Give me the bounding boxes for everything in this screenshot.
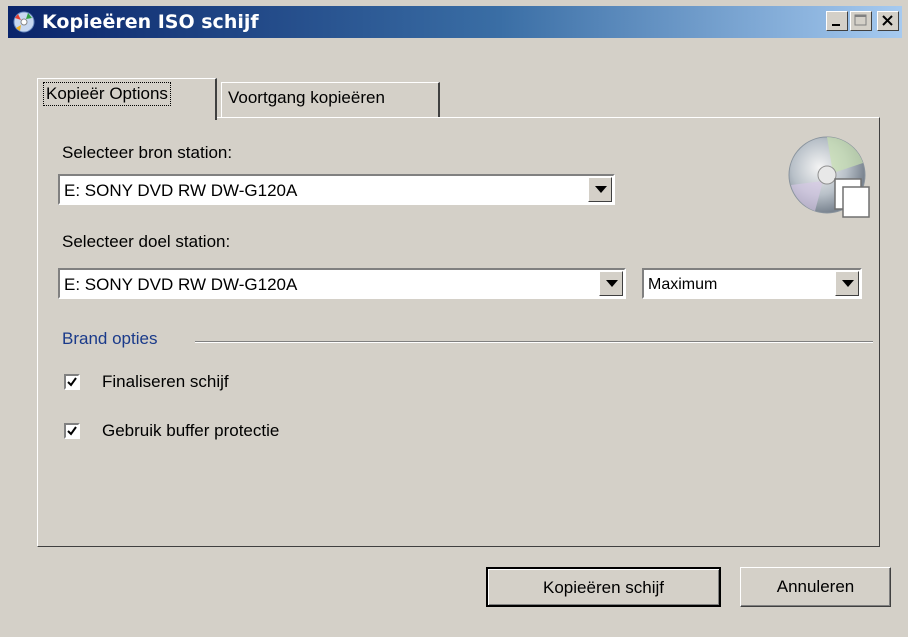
minimize-icon (832, 24, 840, 26)
tab-copy-options-label: Kopieër Options (43, 82, 171, 106)
maximize-button[interactable] (850, 11, 872, 31)
close-button[interactable] (877, 11, 899, 31)
tab-copy-progress-label: Voortgang kopieëren (228, 88, 385, 107)
minimize-button[interactable] (826, 11, 848, 31)
maximize-icon (854, 14, 867, 26)
cd-copy-app-icon (13, 11, 35, 33)
tab-copy-progress[interactable]: Voortgang kopieëren (221, 82, 440, 118)
tab-panel (37, 117, 880, 547)
window-title: Kopieëren ISO schijf (42, 11, 259, 33)
copy-iso-dialog: Kopieëren ISO schijf Kopieër Options Voo… (0, 0, 908, 637)
close-icon (882, 15, 893, 26)
title-bar[interactable]: Kopieëren ISO schijf (8, 6, 902, 38)
tab-copy-options[interactable]: Kopieër Options (37, 78, 217, 120)
copy-disc-button[interactable]: Kopieëren schijf (486, 567, 721, 607)
cancel-button[interactable]: Annuleren (740, 567, 891, 607)
